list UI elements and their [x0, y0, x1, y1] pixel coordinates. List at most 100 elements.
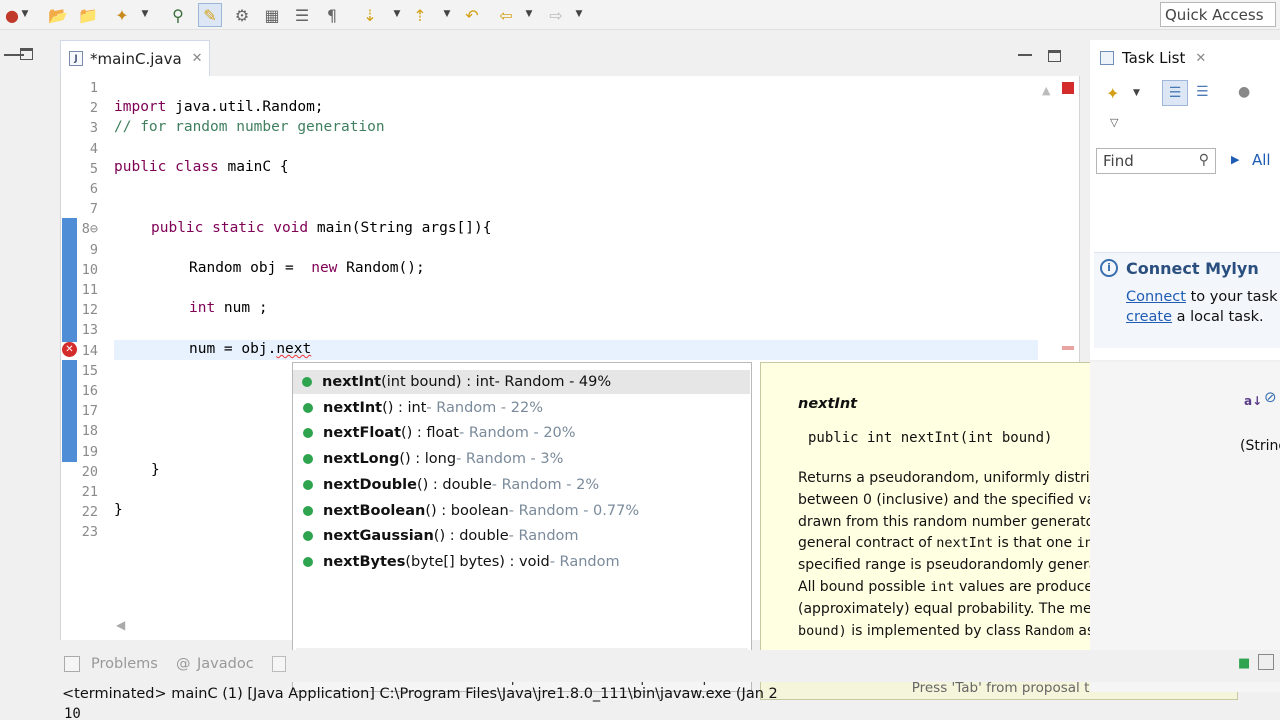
paragraph-icon[interactable]: ¶: [320, 3, 344, 27]
proposal-item[interactable]: nextGaussian() : double - Random: [303, 524, 579, 548]
scroll-left-icon[interactable]: ◀: [116, 618, 125, 632]
public-method-icon: [303, 531, 313, 542]
dropdown-arrow-icon[interactable]: ▼: [442, 9, 452, 21]
console-header: <terminated> mainC (1) [Java Application…: [62, 686, 778, 702]
dropdown-arrow-icon[interactable]: ▼: [574, 9, 584, 21]
code-line-3: // for random number generation: [114, 119, 385, 135]
back-icon[interactable]: ⇦: [494, 3, 518, 27]
close-icon[interactable]: ✕: [1195, 51, 1206, 66]
last-edit-icon[interactable]: ↶: [460, 3, 484, 27]
line-number: 16: [81, 383, 98, 399]
editor-minimize-icon[interactable]: [1018, 54, 1032, 56]
public-method-icon: [303, 556, 313, 567]
search-tool-icon[interactable]: ⚲: [166, 3, 190, 27]
search-icon[interactable]: ⚲: [1199, 152, 1209, 168]
line-number: 13: [81, 322, 98, 339]
line-number: 4: [89, 140, 98, 157]
categorized-icon[interactable]: ☰: [1162, 80, 1188, 106]
proposal-meta: - Random - 49%: [494, 374, 612, 390]
line-number: 11: [81, 282, 98, 298]
new-folder-icon[interactable]: 📂: [46, 3, 70, 27]
open-folder-icon[interactable]: 📁: [76, 3, 100, 27]
line-number: 23: [81, 524, 98, 541]
error-ruler-mark[interactable]: [1062, 346, 1074, 350]
toggle-mark-occurrences-icon[interactable]: ✎: [198, 3, 222, 27]
next-annotation-icon[interactable]: ⇣: [358, 3, 382, 27]
task-find-input[interactable]: Find ⚲: [1096, 148, 1216, 174]
line-number: 7: [89, 201, 98, 218]
proposal-meta: - Random: [549, 553, 620, 570]
line-number: 8⊖: [81, 221, 98, 238]
editor-tab-label: *mainC.java: [90, 49, 182, 68]
all-link[interactable]: All: [1252, 151, 1271, 169]
tab-javadoc[interactable]: Javadoc: [197, 656, 254, 672]
new-task-icon[interactable]: ✦: [1106, 84, 1119, 103]
hide-fields-icon[interactable]: ⊘: [1264, 388, 1277, 406]
sync-icon[interactable]: ●: [1238, 84, 1250, 100]
line-number: 22: [81, 504, 98, 521]
public-method-icon: [303, 428, 313, 439]
word-wrap-icon[interactable]: ☰: [290, 3, 314, 27]
proposal-meta: - Random - 3%: [456, 451, 564, 468]
create-link[interactable]: create: [1126, 309, 1172, 325]
line-number: 18: [81, 423, 98, 440]
proposal-item[interactable]: nextFloat() : float - Random - 20%: [303, 421, 576, 445]
console-output: 10: [64, 706, 81, 720]
proposal-item[interactable]: nextDouble() : double - Random - 2%: [303, 473, 599, 497]
public-method-icon: [302, 377, 312, 387]
dropdown-arrow-icon[interactable]: ▼: [140, 9, 150, 21]
outline-item-fragment[interactable]: (String: [1240, 438, 1280, 454]
task-list-tab[interactable]: Task List ✕: [1092, 42, 1206, 74]
dropdown-arrow-icon[interactable]: ▼: [392, 9, 402, 21]
error-overview-icon[interactable]: [1062, 82, 1074, 94]
previous-annotation-icon[interactable]: ⇡: [408, 3, 432, 27]
info-icon: i: [1100, 259, 1118, 277]
tab-problems[interactable]: Problems: [91, 656, 158, 672]
proposal-item[interactable]: nextInt (int bound) : int - Random - 49%: [293, 370, 750, 394]
wand-icon[interactable]: ✦: [110, 3, 134, 27]
error-icon[interactable]: ✕: [62, 342, 77, 357]
connect-text: Connect to your task a: [1126, 289, 1280, 305]
pin-icon[interactable]: ■: [1238, 656, 1250, 671]
proposal-signature: () : double: [433, 528, 509, 545]
proposal-method-name: nextInt: [323, 399, 383, 416]
line-number: 20: [81, 463, 98, 480]
editor-maximize-icon[interactable]: [1048, 50, 1061, 62]
arrow-right-icon: ▶: [1231, 153, 1240, 166]
sort-icon[interactable]: a↓: [1244, 394, 1262, 408]
view-menu-icon[interactable]: ▽: [1110, 116, 1118, 129]
proposal-item[interactable]: nextBytes (byte[] bytes) : void - Random: [303, 550, 620, 574]
proposal-item[interactable]: nextInt() : int - Random - 22%: [303, 396, 543, 420]
show-whitespace-icon[interactable]: ▦: [260, 3, 284, 27]
line-number: 2: [89, 100, 98, 117]
proposal-meta: - Random - 20%: [459, 425, 576, 442]
proposal-item[interactable]: nextLong() : long - Random - 3%: [303, 447, 563, 471]
declaration-icon[interactable]: [272, 656, 286, 672]
block-selection-icon[interactable]: ⚙: [230, 3, 254, 27]
change-marker: [62, 218, 77, 342]
public-method-icon: [303, 505, 313, 516]
line-number: 21: [81, 484, 98, 500]
find-placeholder: Find: [1103, 152, 1134, 170]
dropdown-arrow-icon[interactable]: ▼: [20, 9, 30, 21]
editor-tab-mainc[interactable]: J *mainC.java ✕: [60, 40, 210, 76]
proposal-method-name: nextBoolean: [323, 502, 426, 519]
scroll-up-icon[interactable]: ▲: [1042, 84, 1050, 97]
quick-access-input[interactable]: Quick Access: [1160, 2, 1276, 27]
dropdown-arrow-icon[interactable]: ▼: [1133, 88, 1140, 98]
maximize-icon[interactable]: [20, 48, 33, 60]
code-line-2: import java.util.Random;: [114, 99, 324, 115]
line-number: 10: [81, 261, 98, 278]
close-icon[interactable]: ✕: [192, 51, 203, 66]
dropdown-arrow-icon[interactable]: ▼: [524, 9, 534, 21]
line-number: 17: [81, 403, 98, 420]
forward-icon[interactable]: ⇨: [544, 3, 568, 27]
code-line-8: public static void main(String args[]){: [151, 220, 492, 236]
connect-link[interactable]: Connect: [1126, 289, 1186, 305]
view-icon[interactable]: [1258, 654, 1274, 670]
code-line-22: }: [114, 502, 123, 518]
proposal-method-name: nextInt: [322, 374, 382, 390]
proposal-item[interactable]: nextBoolean() : boolean - Random - 0.77%: [303, 499, 639, 523]
line-number: 6: [89, 181, 98, 197]
scheduled-icon[interactable]: ☰: [1196, 84, 1209, 100]
